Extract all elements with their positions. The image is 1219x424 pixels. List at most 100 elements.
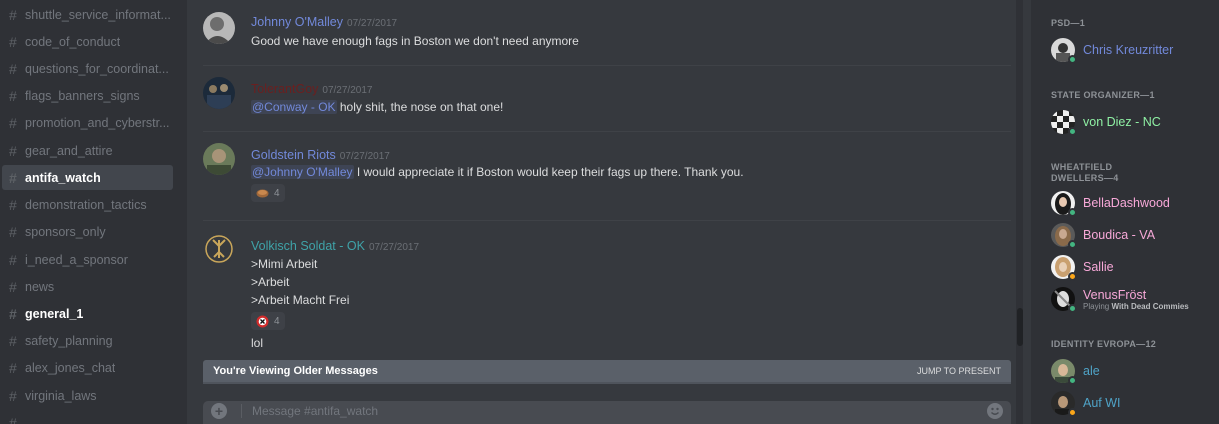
jump-to-present-button[interactable]: JUMP TO PRESENT	[917, 366, 1001, 376]
channel-code-of-conduct[interactable]: # code_of_conduct	[2, 29, 173, 54]
timestamp: 07/27/2017	[347, 18, 398, 29]
hash-icon: #	[9, 414, 17, 424]
channel-name: sponsors_only	[25, 224, 106, 239]
user-mention[interactable]: @Conway - OK	[251, 100, 337, 114]
status-online-icon	[1068, 376, 1077, 385]
status-idle-icon	[1068, 408, 1077, 417]
member-group-header: WHEATFIELD DWELLERS—4	[1051, 162, 1119, 183]
older-messages-banner: You're Viewing Older Messages JUMP TO PR…	[203, 360, 1011, 382]
author-name[interactable]: TolerantGoy	[251, 82, 318, 96]
scrollbar-thumb[interactable]	[1017, 308, 1023, 346]
hash-icon: #	[9, 196, 17, 213]
status-online-icon	[1068, 127, 1077, 136]
message-text: @Conway - OK holy shit, the nose on that…	[251, 100, 503, 114]
message-header: Volkisch Soldat - OK 07/27/2017	[251, 239, 419, 253]
status-online-icon	[1068, 55, 1077, 64]
channel-questions-for-coordinators[interactable]: # questions_for_coordinat...	[2, 56, 173, 81]
channel-antifa-watch[interactable]: # antifa_watch	[2, 165, 173, 190]
hash-icon: #	[9, 278, 17, 295]
channel-name: shuttle_service_informat...	[25, 7, 171, 22]
channel-promotion-and-cyberstrategy[interactable]: # promotion_and_cyberstr...	[2, 110, 173, 135]
message-text: @Johnny O'Malley I would appreciate it i…	[251, 165, 744, 179]
hash-icon: #	[9, 223, 17, 240]
channel-alex-jones-chat[interactable]: # alex_jones_chat	[2, 355, 173, 380]
member-chris-kreuzritter[interactable]: Chris Kreuzritter	[1051, 38, 1215, 68]
member-name: Auf WI	[1083, 396, 1121, 410]
reaction[interactable]: 4	[251, 184, 285, 202]
hash-icon: #	[9, 251, 17, 268]
channel-virginia-laws[interactable]: # virginia_laws	[2, 383, 173, 408]
channel-name: general_1	[25, 306, 84, 321]
message-text: >Arbeit Macht Frei	[251, 293, 350, 307]
timestamp: 07/27/2017	[339, 151, 390, 162]
hash-icon: #	[9, 60, 17, 77]
message-text-body: I would appreciate it if Boston would ke…	[353, 165, 744, 179]
channel-demonstration-tactics[interactable]: # demonstration_tactics	[2, 192, 173, 217]
channel-flags-banners-signs[interactable]: # flags_banners_signs	[2, 83, 173, 108]
channel-safety-planning[interactable]: # safety_planning	[2, 328, 173, 353]
hash-icon: #	[9, 87, 17, 104]
user-mention[interactable]: @Johnny O'Malley	[251, 165, 354, 179]
message-input[interactable]	[241, 404, 987, 418]
member-von-diez-nc[interactable]: von Diez - NC	[1051, 110, 1215, 140]
channel-name: i_need_a_sponsor	[25, 252, 128, 267]
message-divider	[203, 220, 1011, 221]
channel-name: code_of_conduct	[25, 34, 121, 49]
channel-gear-and-attire[interactable]: # gear_and_attire	[2, 138, 173, 163]
reaction[interactable]: 4	[251, 312, 285, 330]
message-divider	[203, 65, 1011, 66]
channel-news[interactable]: # news	[2, 274, 173, 299]
hash-icon: #	[9, 305, 17, 322]
hash-icon: #	[9, 359, 17, 376]
hash-icon: #	[9, 169, 17, 186]
hash-icon: #	[9, 387, 17, 404]
message-text: >Mimi Arbeit	[251, 257, 318, 271]
member-name: Chris Kreuzritter	[1083, 43, 1174, 57]
author-name[interactable]: Johnny O'Malley	[251, 15, 343, 29]
hash-icon: #	[9, 332, 17, 349]
channel-name: promotion_and_cyberstr...	[25, 115, 170, 130]
author-name[interactable]: Volkisch Soldat - OK	[251, 239, 365, 253]
member-auf-wi[interactable]: Auf WI	[1051, 391, 1215, 421]
scrollbar-track[interactable]	[1016, 0, 1023, 424]
message-text: >Arbeit	[251, 275, 290, 289]
hash-icon: #	[9, 6, 17, 23]
member-sallie[interactable]: Sallie	[1051, 255, 1215, 285]
activity-prefix: Playing	[1083, 302, 1112, 311]
channel-name: demonstration_tactics	[25, 197, 147, 212]
timestamp: 07/27/2017	[368, 242, 420, 253]
timestamp: 07/27/2017	[322, 85, 373, 96]
member-ale[interactable]: ale	[1051, 359, 1215, 389]
member-venusfrost[interactable]: VenusFröst Playing With Dead Commies	[1051, 287, 1215, 317]
member-belladashwood[interactable]: BellaDashwood	[1051, 191, 1215, 221]
message-text-body: holy shit, the nose on that one!	[336, 100, 504, 114]
channel-name: virginia_laws	[25, 388, 97, 403]
member-name: Boudica - VA	[1083, 228, 1156, 242]
avatar[interactable]	[203, 233, 235, 265]
author-name[interactable]: Goldstein Riots	[251, 148, 336, 162]
emoji-picker-icon[interactable]	[987, 403, 1003, 419]
member-boudica-va[interactable]: Boudica - VA	[1051, 223, 1215, 253]
member-group-header: PSD—1	[1051, 18, 1086, 28]
avatar[interactable]	[203, 77, 235, 109]
channel-name: antifa_watch	[25, 170, 101, 185]
channel-shuttle-service-information[interactable]: # shuttle_service_informat...	[2, 2, 173, 27]
member-group-header: STATE ORGANIZER—1	[1051, 90, 1155, 100]
channel-general-1[interactable]: # general_1	[2, 301, 173, 326]
message-text: Good we have enough fags in Boston we do…	[251, 34, 579, 48]
reaction-count: 4	[274, 187, 280, 199]
message-text: lol	[251, 336, 264, 350]
member-list: PSD—1 Chris Kreuzritter STATE ORGANIZER—…	[1031, 0, 1219, 424]
hash-icon: #	[9, 114, 17, 131]
upload-plus-icon[interactable]: +	[211, 403, 227, 419]
status-online-icon	[1068, 208, 1077, 217]
avatar[interactable]	[203, 143, 235, 175]
channel-sponsors-only[interactable]: # sponsors_only	[2, 219, 173, 244]
reaction-count: 4	[274, 315, 280, 327]
bread-emoji-icon	[256, 189, 269, 198]
channel-i-need-a-sponsor[interactable]: # i_need_a_sponsor	[2, 247, 173, 272]
avatar[interactable]	[203, 12, 235, 44]
channel-name: safety_planning	[25, 333, 113, 348]
channel-partial[interactable]: #	[2, 410, 173, 424]
activity-game: With Dead Commies	[1111, 302, 1189, 311]
